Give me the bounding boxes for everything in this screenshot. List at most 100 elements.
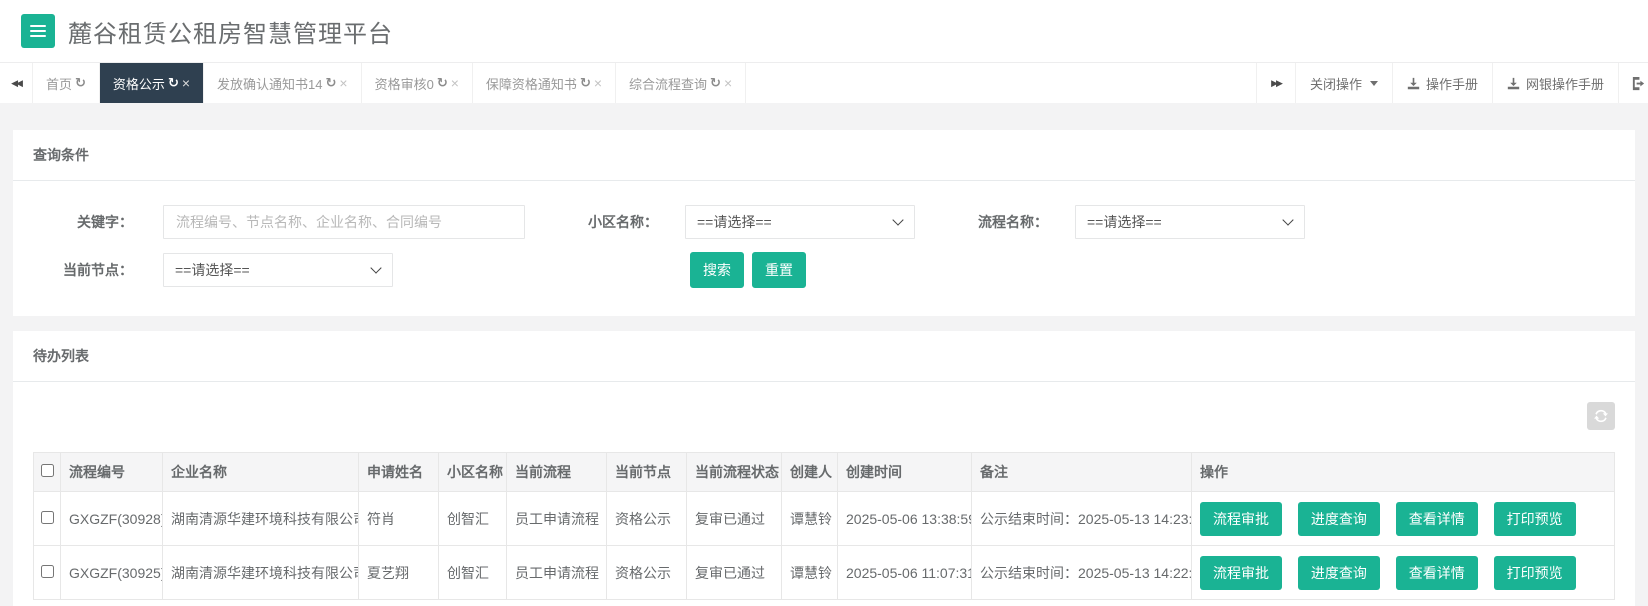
refresh-icon[interactable]: ↻ xyxy=(326,75,337,91)
print-preview-button[interactable]: 打印预览 xyxy=(1493,555,1576,590)
search-button[interactable]: 搜索 xyxy=(690,252,744,288)
community-label: 小区名称： xyxy=(588,214,658,230)
refresh-icon xyxy=(1594,409,1608,423)
tab-label: 综合流程查询 xyxy=(629,76,708,92)
select-all-checkbox[interactable] xyxy=(40,464,54,477)
chevron-down-icon xyxy=(1369,80,1378,86)
todo-panel-title: 待办列表 xyxy=(13,331,1635,382)
cell-creator: 谭慧铃 xyxy=(781,491,838,546)
close-icon[interactable]: × xyxy=(339,76,347,90)
refresh-icon[interactable]: ↻ xyxy=(437,75,448,91)
col-remark: 备注 xyxy=(971,452,1192,492)
tab-qualification-publicity[interactable]: 资格公示 ↻ × xyxy=(99,63,205,103)
current-node-select-wrap: ==请选择== xyxy=(163,253,393,287)
col-node: 当前节点 xyxy=(606,452,687,492)
sign-out-icon[interactable] xyxy=(1618,63,1648,103)
tab-label: 资格公示 xyxy=(112,76,165,92)
tab-issue-confirm-notice[interactable]: 发放确认通知书14 ↻ × xyxy=(204,63,362,103)
cell-applicant: 夏艺翔 xyxy=(358,545,439,600)
todo-panel-body: 流程编号 企业名称 申请姓名 小区名称 当前流程 当前节点 当前流程状态 创建人… xyxy=(13,382,1635,606)
cell-created: 2025-05-06 13:38:59 xyxy=(837,491,972,546)
col-code: 流程编号 xyxy=(60,452,163,492)
col-company: 企业名称 xyxy=(162,452,359,492)
table-row: GXGZF(30928) 湖南清源华建环境科技有限公司 符肖 创智汇 员工申请流… xyxy=(33,491,1615,546)
col-flow: 当前流程 xyxy=(506,452,607,492)
refresh-icon[interactable]: ↻ xyxy=(168,75,179,91)
cell-code: GXGZF(30925) xyxy=(60,545,163,600)
tabs-scroll-right-icon[interactable]: ▶▶ xyxy=(1256,63,1295,103)
cell-company: 湖南清源华建环境科技有限公司 xyxy=(162,491,359,546)
download-icon xyxy=(1507,77,1520,89)
operation-manual-label: 操作手册 xyxy=(1425,76,1478,92)
flow-approve-button[interactable]: 流程审批 xyxy=(1200,501,1282,536)
close-icon[interactable]: × xyxy=(182,76,190,90)
current-node-label: 当前节点： xyxy=(63,262,133,278)
table-refresh-button[interactable] xyxy=(1587,402,1615,430)
cell-status: 复审已通过 xyxy=(686,545,782,600)
table-toolbar xyxy=(33,402,1615,430)
view-detail-button[interactable]: 查看详情 xyxy=(1395,555,1478,590)
bank-manual-label: 网银操作手册 xyxy=(1525,76,1604,92)
close-operations-dropdown[interactable]: 关闭操作 xyxy=(1294,63,1392,103)
community-select-wrap: ==请选择== xyxy=(685,205,915,239)
tab-home[interactable]: 首页 ↻ xyxy=(33,63,100,103)
refresh-icon[interactable]: ↻ xyxy=(75,75,86,91)
cell-created: 2025-05-06 11:07:31 xyxy=(837,545,972,600)
view-detail-button[interactable]: 查看详情 xyxy=(1395,501,1478,536)
row-checkbox[interactable] xyxy=(40,564,54,578)
refresh-icon[interactable]: ↻ xyxy=(580,75,591,91)
close-icon[interactable]: × xyxy=(724,76,732,90)
progress-query-button[interactable]: 进度查询 xyxy=(1297,501,1380,536)
hamburger-menu-icon[interactable] xyxy=(21,14,55,48)
keyword-label: 关键字： xyxy=(77,214,133,230)
tab-guarantee-notice[interactable]: 保障资格通知书 ↻ × xyxy=(473,63,617,103)
cell-remark: 公示结束时间：2025-05-13 14:23:48 xyxy=(971,491,1192,546)
col-operation: 操作 xyxy=(1191,452,1615,492)
operation-manual-button[interactable]: 操作手册 xyxy=(1391,63,1492,103)
tab-bar: ◀◀ 首页 ↻ 资格公示 ↻ × 发放确认通知书14 ↻ × 资格审核0 ↻ ×… xyxy=(0,62,1648,103)
close-icon[interactable]: × xyxy=(451,76,459,90)
community-select[interactable]: ==请选择== xyxy=(685,205,915,239)
query-form-row-1: 关键字： 小区名称： ==请选择== 流程名称： ==请选择== xyxy=(33,205,1615,239)
flow-approve-button[interactable]: 流程审批 xyxy=(1200,555,1282,590)
query-conditions-panel: 查询条件 关键字： 小区名称： ==请选择== 流程名称： ==请选择== 当前… xyxy=(13,130,1635,316)
keyword-input[interactable] xyxy=(163,205,525,239)
todo-table: 流程编号 企业名称 申请姓名 小区名称 当前流程 当前节点 当前流程状态 创建人… xyxy=(33,452,1615,600)
row-checkbox[interactable] xyxy=(40,510,54,524)
tab-label: 资格审核0 xyxy=(374,76,434,92)
reset-button[interactable]: 重置 xyxy=(752,252,806,288)
progress-query-button[interactable]: 进度查询 xyxy=(1297,555,1380,590)
cell-creator: 谭慧铃 xyxy=(781,545,838,600)
refresh-icon[interactable]: ↻ xyxy=(710,75,721,91)
close-operations-label: 关闭操作 xyxy=(1309,76,1362,92)
print-preview-button[interactable]: 打印预览 xyxy=(1493,501,1576,536)
query-form-row-2: 当前节点： ==请选择== 搜索 重置 xyxy=(33,252,1615,288)
col-creator: 创建人 xyxy=(781,452,838,492)
cell-flow: 员工申请流程 xyxy=(506,545,607,600)
cell-community: 创智汇 xyxy=(438,491,507,546)
tabs-scroll-left-icon[interactable]: ◀◀ xyxy=(0,63,33,103)
cell-node: 资格公示 xyxy=(606,491,687,546)
flow-name-select[interactable]: ==请选择== xyxy=(1075,205,1305,239)
cell-node: 资格公示 xyxy=(606,545,687,600)
col-community: 小区名称 xyxy=(438,452,507,492)
tab-label: 发放确认通知书14 xyxy=(217,76,323,92)
tab-label: 保障资格通知书 xyxy=(485,76,577,92)
cell-status: 复审已通过 xyxy=(686,491,782,546)
cell-company: 湖南清源华建环境科技有限公司 xyxy=(162,545,359,600)
query-form: 关键字： 小区名称： ==请选择== 流程名称： ==请选择== 当前节点： xyxy=(13,181,1635,316)
tab-flow-query[interactable]: 综合流程查询 ↻ × xyxy=(616,63,747,103)
current-node-select[interactable]: ==请选择== xyxy=(163,253,393,287)
table-row: GXGZF(30925) 湖南清源华建环境科技有限公司 夏艺翔 创智汇 员工申请… xyxy=(33,545,1615,600)
cell-operation: 流程审批 进度查询 查看详情 打印预览 xyxy=(1191,491,1615,546)
bank-manual-button[interactable]: 网银操作手册 xyxy=(1491,63,1618,103)
cell-code: GXGZF(30928) xyxy=(60,491,163,546)
app-header: 麓谷租赁公租房智慧管理平台 xyxy=(0,0,1648,62)
app-title: 麓谷租赁公租房智慧管理平台 xyxy=(68,20,393,48)
close-icon[interactable]: × xyxy=(594,76,602,90)
col-created: 创建时间 xyxy=(837,452,972,492)
tab-label: 首页 xyxy=(46,76,73,92)
flow-name-label: 流程名称： xyxy=(978,214,1048,230)
query-panel-title: 查询条件 xyxy=(13,130,1635,181)
tab-qualification-review[interactable]: 资格审核0 ↻ × xyxy=(362,63,473,103)
